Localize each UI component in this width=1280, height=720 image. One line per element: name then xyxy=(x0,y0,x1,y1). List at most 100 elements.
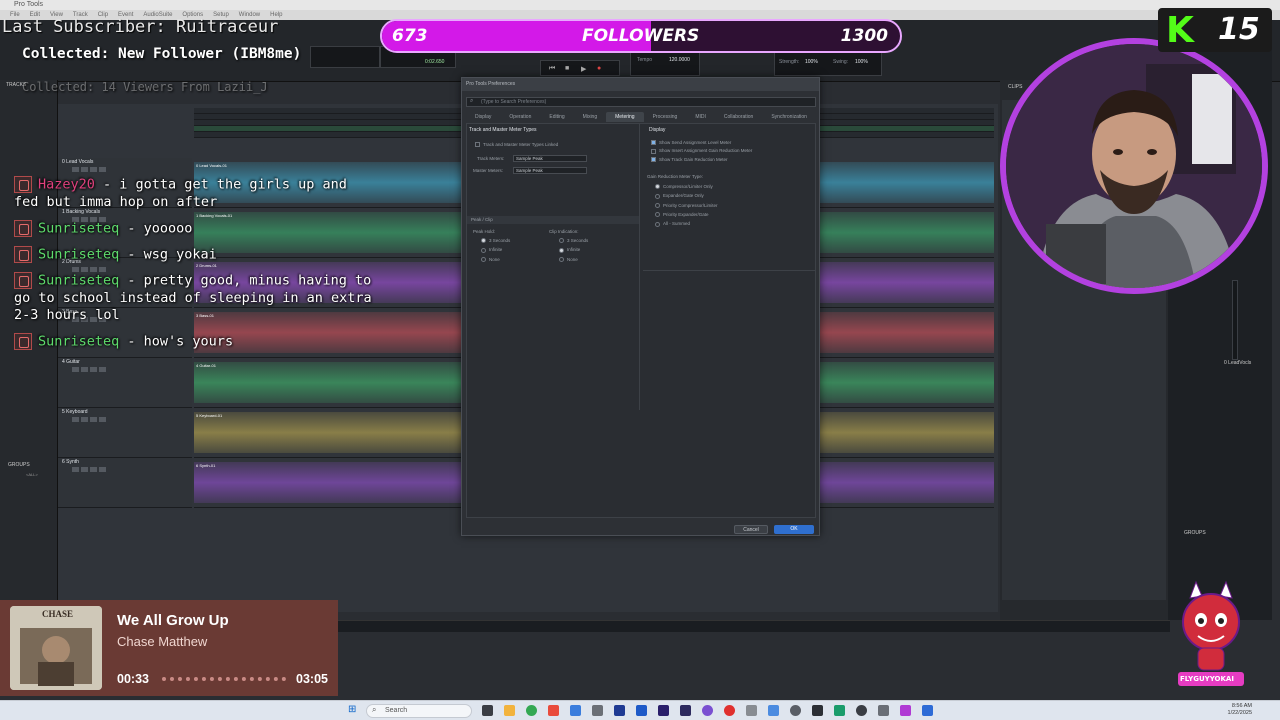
start-windows-icon[interactable]: ⊞ xyxy=(348,704,356,715)
checkbox[interactable] xyxy=(651,148,656,154)
app-icon-blue[interactable] xyxy=(570,705,581,716)
track-header[interactable]: 4 Guitar xyxy=(58,358,192,408)
premiere-icon[interactable] xyxy=(614,705,625,716)
display-option[interactable]: Show Send Assignment Level Meter xyxy=(651,140,752,146)
preferences-search-input[interactable]: (Type to Search Preferences) xyxy=(466,97,816,107)
clip-indication-option[interactable]: Infinite xyxy=(559,247,588,253)
peak-hold-option[interactable]: None xyxy=(481,257,510,262)
tab-mixing[interactable]: Mixing xyxy=(574,112,606,122)
taskbar-search-input[interactable]: Search xyxy=(366,704,472,718)
radio-button[interactable] xyxy=(481,247,486,253)
app-icon-misc-5[interactable] xyxy=(834,705,845,716)
app-icon-misc-2[interactable] xyxy=(768,705,779,716)
mute-button[interactable] xyxy=(99,367,106,372)
clip-indication-option[interactable]: 3 Seconds xyxy=(559,238,588,244)
tab-editing[interactable]: Editing xyxy=(540,112,573,122)
chrome-icon[interactable] xyxy=(526,705,537,716)
solo-button[interactable] xyxy=(90,367,97,372)
input-monitor-button[interactable] xyxy=(81,367,88,372)
transport-record-icon[interactable]: ● xyxy=(597,65,601,72)
quantize-box[interactable]: Strength: 100% Swing: 100% xyxy=(774,52,882,76)
peak-hold-option[interactable]: Infinite xyxy=(481,247,510,253)
radio-button[interactable] xyxy=(655,184,660,190)
tab-metering[interactable]: Metering xyxy=(606,112,644,122)
youtube-icon[interactable] xyxy=(724,705,735,716)
mixer-fader[interactable] xyxy=(1232,280,1238,360)
gr-type-option[interactable]: All - Summed xyxy=(655,221,718,227)
radio-button[interactable] xyxy=(559,256,564,262)
ok-button[interactable]: OK xyxy=(774,525,814,534)
track-meters-select[interactable]: Sample Peak xyxy=(513,155,587,162)
input-monitor-button[interactable] xyxy=(81,167,88,172)
tab-display[interactable]: Display xyxy=(466,112,500,122)
gr-type-option[interactable]: Priority Compressor/Limiter xyxy=(655,203,718,208)
solo-button[interactable] xyxy=(90,417,97,422)
track-name[interactable]: 6 Synth xyxy=(58,458,192,466)
track-name[interactable]: 5 Keyboard xyxy=(58,408,192,416)
gr-type-option[interactable]: Compressor/Limiter Only xyxy=(655,184,718,190)
tab-synchronization[interactable]: Synchronization xyxy=(762,112,816,122)
record-enable-button[interactable] xyxy=(72,467,79,472)
radio-button[interactable] xyxy=(481,256,486,262)
task-view-icon[interactable] xyxy=(482,705,493,716)
peak-hold-option[interactable]: 3 Seconds xyxy=(481,238,510,244)
obs-icon[interactable] xyxy=(856,705,867,716)
tab-midi[interactable]: MIDI xyxy=(686,112,715,122)
linked-check-box[interactable] xyxy=(475,142,480,148)
app-icon-misc-1[interactable] xyxy=(746,705,757,716)
app-icon-misc-8[interactable] xyxy=(922,705,933,716)
display-option[interactable]: Show Insert Assignment Gain Reduction Me… xyxy=(651,148,752,154)
photoshop-icon[interactable] xyxy=(636,705,647,716)
meters-linked-checkbox[interactable]: Track and Master Meter Types Linked xyxy=(475,142,558,148)
checkbox[interactable] xyxy=(651,156,656,162)
transport-rewind-icon[interactable]: ⏮ xyxy=(549,65,555,73)
track-header[interactable]: 6 Synth xyxy=(58,458,192,508)
app-icon-misc-7[interactable] xyxy=(900,705,911,716)
input-monitor-button[interactable] xyxy=(81,467,88,472)
radio-button[interactable] xyxy=(559,238,564,244)
tab-processing[interactable]: Processing xyxy=(644,112,687,122)
app-icon-misc-4[interactable] xyxy=(812,705,823,716)
transport-controls[interactable]: ⏮ ■ ▶ ● xyxy=(540,60,620,76)
track-header[interactable]: 5 Keyboard xyxy=(58,408,192,458)
taskbar-clock[interactable]: 8:56 AM 1/22/2025 xyxy=(1228,703,1252,717)
discord-icon[interactable] xyxy=(702,705,713,716)
solo-button[interactable] xyxy=(90,467,97,472)
gr-type-option[interactable]: Priority Expander/Gate xyxy=(655,212,718,218)
main-counter-box[interactable] xyxy=(310,46,380,68)
mute-button[interactable] xyxy=(99,417,106,422)
radio-button[interactable] xyxy=(655,193,660,199)
checkbox[interactable] xyxy=(651,140,656,146)
record-enable-button[interactable] xyxy=(72,417,79,422)
app-icon-grey[interactable] xyxy=(592,705,603,716)
mute-button[interactable] xyxy=(99,467,106,472)
gr-type-option[interactable]: Expander/Gate Only xyxy=(655,193,718,199)
app-icon-misc-6[interactable] xyxy=(878,705,889,716)
file-explorer-icon[interactable] xyxy=(504,705,515,716)
radio-button[interactable] xyxy=(559,247,564,253)
master-meters-select[interactable]: Sample Peak xyxy=(513,167,587,174)
mute-button[interactable] xyxy=(99,167,106,172)
display-option[interactable]: Show Track Gain Reduction Meter xyxy=(651,157,752,162)
track-name[interactable]: 4 Guitar xyxy=(58,358,192,366)
tab-operation[interactable]: Operation xyxy=(500,112,540,122)
radio-button[interactable] xyxy=(655,221,660,227)
record-enable-button[interactable] xyxy=(72,167,79,172)
track-name[interactable]: 0 Lead Vocals xyxy=(58,158,192,166)
tempo-box[interactable]: Tempo 120.0000 xyxy=(630,52,700,76)
app-icon-misc-3[interactable] xyxy=(790,705,801,716)
radio-button[interactable] xyxy=(655,202,660,208)
after-effects-icon[interactable] xyxy=(658,705,669,716)
transport-play-icon[interactable]: ▶ xyxy=(581,65,586,73)
tab-collaboration[interactable]: Collaboration xyxy=(715,112,762,122)
radio-button[interactable] xyxy=(655,212,660,218)
left-groups-all[interactable]: <ALL> xyxy=(26,472,38,477)
record-enable-button[interactable] xyxy=(72,367,79,372)
cancel-button[interactable]: Cancel xyxy=(734,525,768,534)
solo-button[interactable] xyxy=(90,167,97,172)
app-icon-red[interactable] xyxy=(548,705,559,716)
transport-stop-icon[interactable]: ■ xyxy=(565,65,569,72)
radio-button[interactable] xyxy=(481,238,486,244)
input-monitor-button[interactable] xyxy=(81,417,88,422)
audition-icon[interactable] xyxy=(680,705,691,716)
